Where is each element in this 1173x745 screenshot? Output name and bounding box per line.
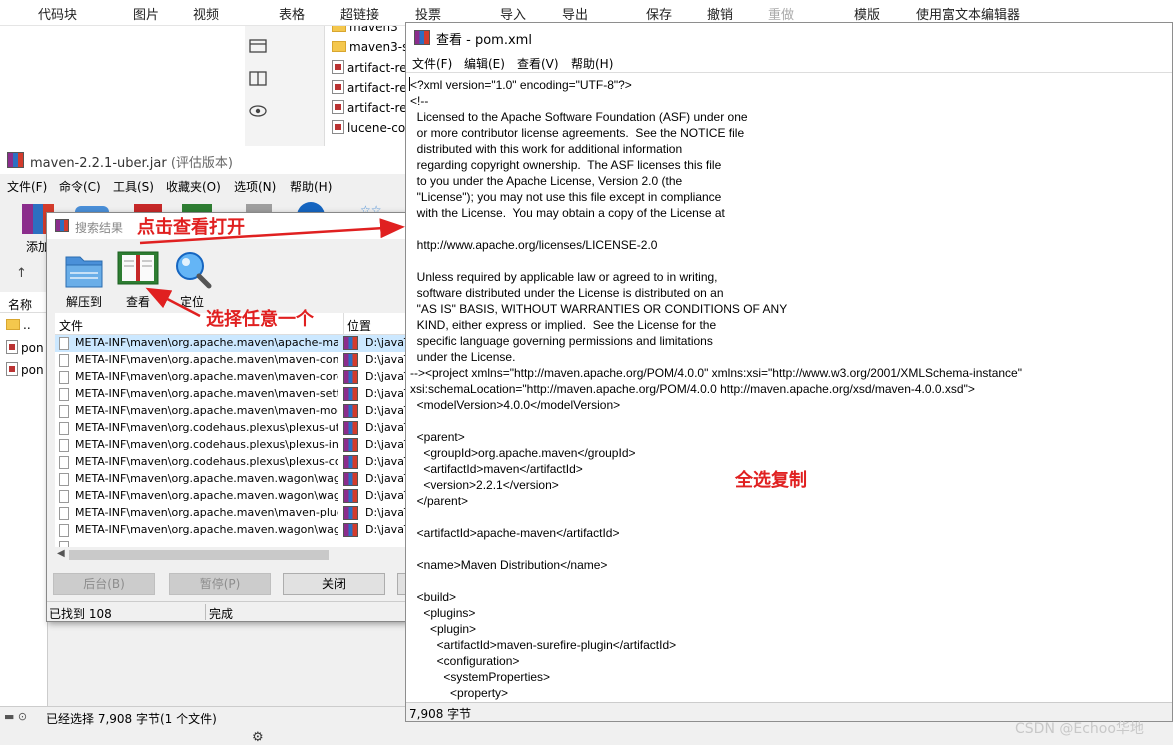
annotation-choose-any: 选择任意一个 — [206, 309, 314, 330]
annotation-select-all-copy: 全选复制 — [735, 470, 807, 491]
annotation-click-view: 点击查看打开 — [137, 217, 245, 238]
arrow-to-view-button — [145, 287, 201, 318]
annotation-arrows — [139, 218, 405, 318]
watermark: CSDN @Echoo华地 — [1015, 721, 1144, 737]
settings-gear-icon[interactable]: ⚙ — [252, 730, 264, 745]
